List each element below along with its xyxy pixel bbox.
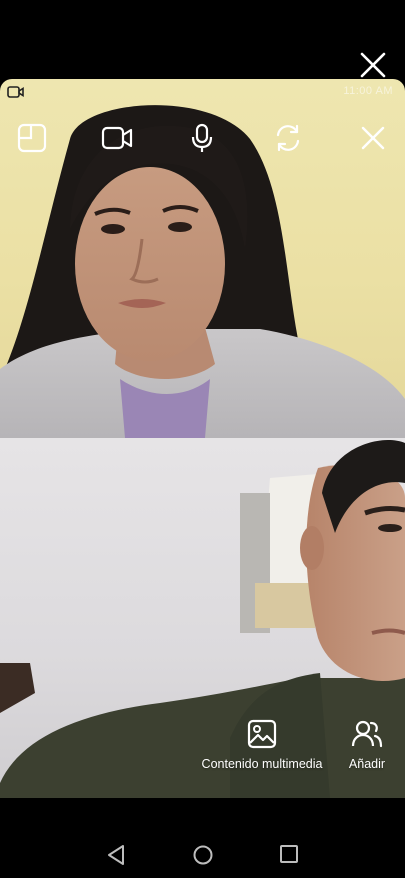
media-content-label: Contenido multimedia (201, 757, 323, 771)
toggle-camera-button[interactable] (100, 121, 134, 155)
close-call-window-button[interactable] (357, 49, 389, 81)
add-people-label: Añadir (348, 757, 386, 771)
switch-camera-icon (276, 124, 300, 152)
video-call-window: 11:00 AM Contenido multimedia Añadir (0, 79, 405, 798)
switch-camera-button[interactable] (270, 121, 306, 155)
recents-square-icon (280, 845, 298, 863)
nav-recents-button[interactable] (279, 844, 299, 869)
media-content-button[interactable]: Contenido multimedia (196, 719, 328, 771)
share-screen-icon (17, 123, 47, 153)
image-gallery-icon (247, 719, 277, 749)
camera-icon (101, 126, 133, 150)
system-navigation-bar (0, 798, 405, 878)
close-icon (360, 52, 386, 78)
back-triangle-icon (108, 845, 124, 865)
status-time: 11:00 AM (343, 85, 393, 97)
remote-participant-video: 11:00 AM (0, 79, 405, 438)
video-camera-small-icon (7, 85, 25, 104)
end-call-icon (361, 126, 385, 150)
home-circle-icon (193, 845, 213, 865)
end-call-button[interactable] (355, 121, 391, 155)
share-screen-button[interactable] (14, 121, 50, 155)
add-people-icon (351, 720, 383, 748)
add-people-button[interactable]: Añadir (340, 719, 394, 771)
microphone-icon (191, 123, 213, 152)
nav-home-button[interactable] (192, 844, 214, 871)
nav-back-button[interactable] (106, 844, 126, 871)
toggle-microphone-button[interactable] (184, 121, 220, 155)
